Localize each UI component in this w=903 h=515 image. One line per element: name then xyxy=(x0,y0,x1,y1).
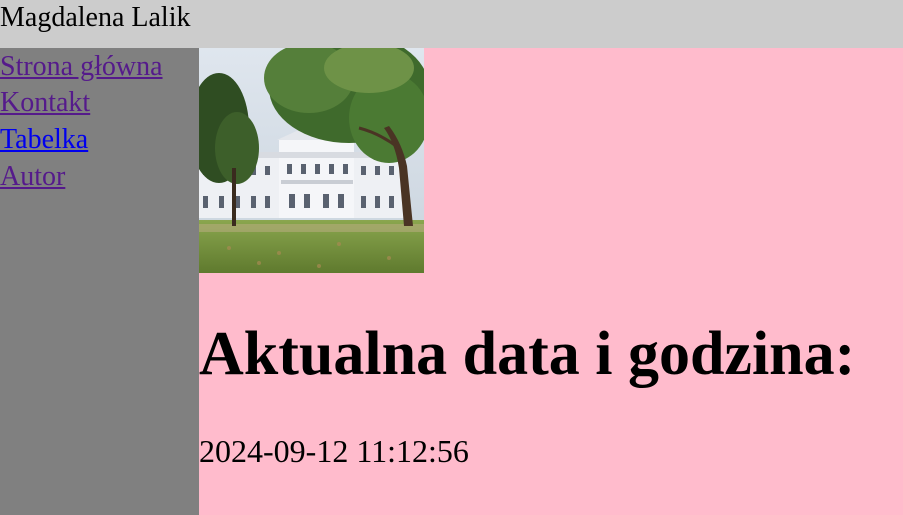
palace-photo xyxy=(199,48,424,273)
nav-link-autor[interactable]: Autor xyxy=(0,161,65,193)
sidebar-nav: Strona główna Kontakt Tabelka Autor xyxy=(0,48,199,515)
nav-link-kontakt[interactable]: Kontakt xyxy=(0,87,90,119)
page-heading: Aktualna data i godzina: xyxy=(199,320,856,388)
nav-link-strona-glowna[interactable]: Strona główna xyxy=(0,51,163,83)
current-datetime: 2024-09-12 11:12:56 xyxy=(199,433,469,469)
page-header: Magdalena Lalik xyxy=(0,0,903,48)
site-title: Magdalena Lalik xyxy=(0,2,191,33)
main-content: Aktualna data i godzina: 2024-09-12 11:1… xyxy=(199,48,903,515)
nav-link-tabelka[interactable]: Tabelka xyxy=(0,124,88,156)
